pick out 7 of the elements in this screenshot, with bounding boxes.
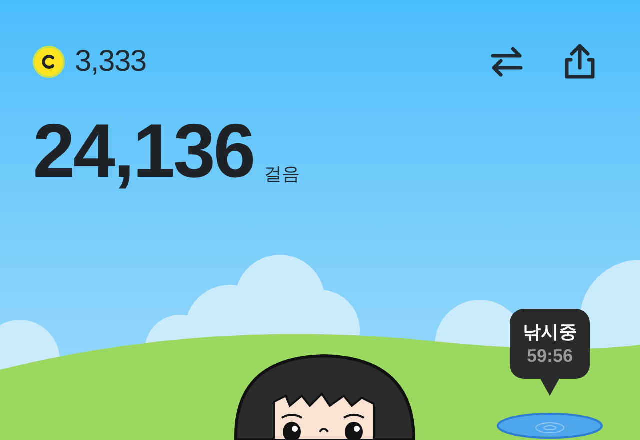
coin-count: 3,333 (75, 47, 146, 77)
fishing-timer: 59:56 (526, 345, 574, 368)
step-unit: 걸음 (264, 163, 300, 186)
fishing-status: 낚시중 (523, 320, 577, 343)
step-count: 24,136 (33, 114, 254, 190)
swap-arrows-icon[interactable] (490, 47, 524, 77)
coin-icon (33, 46, 65, 78)
